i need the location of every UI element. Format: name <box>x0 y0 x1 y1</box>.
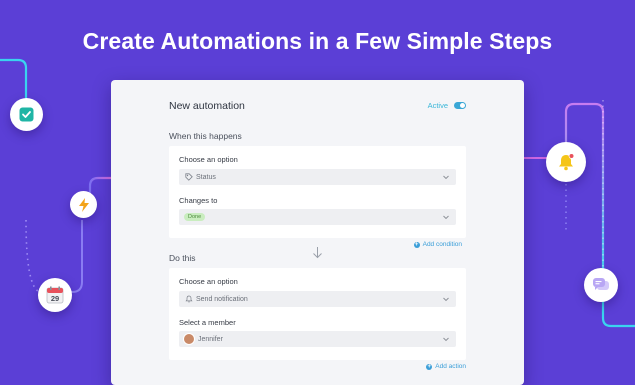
add-action-label: Add action <box>435 363 466 370</box>
bell-icon <box>559 153 575 171</box>
plus-icon: + <box>426 363 433 370</box>
action-field2-label: Select a member <box>179 318 236 327</box>
action-panel: Choose an option Send notification Selec… <box>169 268 466 360</box>
check-badge <box>10 98 43 131</box>
active-control: Active <box>428 101 466 110</box>
changes-to-select[interactable]: Done <box>179 209 456 225</box>
chevron-down-icon <box>443 337 449 342</box>
plus-icon: + <box>413 241 420 248</box>
lightning-icon <box>78 197 89 212</box>
chevron-down-icon <box>443 297 449 302</box>
trigger-section-label: When this happens <box>169 131 242 141</box>
status-select[interactable]: Status <box>179 169 456 185</box>
bell-small-icon <box>184 295 193 304</box>
calendar-day: 29 <box>51 294 59 303</box>
action-section-label: Do this <box>169 253 196 263</box>
chevron-down-icon <box>443 215 449 220</box>
active-toggle[interactable] <box>454 102 466 109</box>
avatar <box>183 333 195 345</box>
card-title: New automation <box>169 100 245 112</box>
member-select-value: Jennifer <box>198 335 223 343</box>
add-action-link[interactable]: + Add action <box>426 363 466 370</box>
add-condition-link[interactable]: + Add condition <box>413 241 462 248</box>
chevron-down-icon <box>443 175 449 180</box>
active-label: Active <box>427 101 448 110</box>
action-select[interactable]: Send notification <box>179 291 456 307</box>
chat-badge <box>584 268 618 302</box>
headline: Create Automations in a Few Simple Steps <box>82 28 553 54</box>
trigger-field2-label: Changes to <box>179 196 218 205</box>
done-status-pill: Done <box>184 213 206 221</box>
arrow-down-icon <box>313 247 322 259</box>
action-field1-label: Choose an option <box>179 277 238 286</box>
status-select-value: Status <box>196 173 216 181</box>
chat-icon <box>593 278 609 290</box>
calendar-icon: 29 <box>46 286 64 304</box>
member-select[interactable]: Jennifer <box>179 331 456 347</box>
trigger-panel: Choose an option Status Changes to Done <box>169 146 466 238</box>
check-icon <box>19 107 34 122</box>
lightning-badge <box>70 191 97 218</box>
tag-icon <box>184 173 193 182</box>
add-condition-label: Add condition <box>422 241 462 248</box>
automation-card: New automation Active When this happens … <box>111 80 524 385</box>
action-select-value: Send notification <box>196 295 248 303</box>
calendar-badge: 29 <box>38 278 72 312</box>
trigger-field1-label: Choose an option <box>179 155 238 164</box>
bell-badge <box>546 142 586 182</box>
